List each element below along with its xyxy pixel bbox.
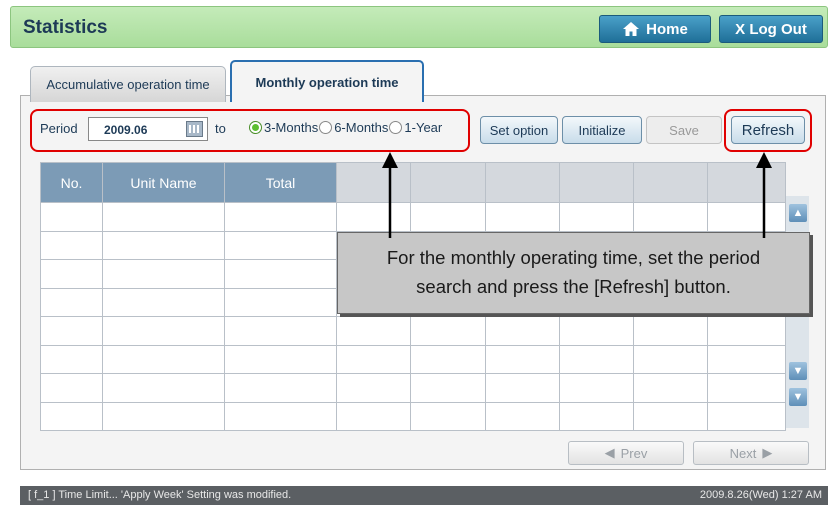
scroll-top-icon[interactable]: ▲ bbox=[789, 204, 807, 222]
logout-button-label: X Log Out bbox=[735, 20, 807, 38]
column-header-month bbox=[559, 162, 634, 203]
callout-line-2: search and press the [Refresh] button. bbox=[416, 276, 731, 297]
prev-page-button[interactable]: ◀ Prev bbox=[568, 441, 684, 465]
scroll-down-icon[interactable]: ▼ bbox=[789, 362, 807, 380]
home-button[interactable]: Home bbox=[599, 15, 711, 43]
instruction-callout: For the monthly operating time, set the … bbox=[337, 232, 810, 314]
logout-button[interactable]: X Log Out bbox=[719, 15, 823, 43]
column-header-unit-name: Unit Name bbox=[102, 162, 225, 203]
period-date-value: 2009.06 bbox=[104, 123, 148, 137]
to-label: to bbox=[215, 121, 226, 136]
period-label: Period bbox=[40, 121, 78, 136]
table-row[interactable] bbox=[40, 316, 786, 346]
page-title: Statistics bbox=[23, 17, 108, 38]
column-header-total: Total bbox=[224, 162, 337, 203]
title-bar: Statistics Home X Log Out bbox=[10, 6, 828, 48]
column-header-month bbox=[336, 162, 411, 203]
radio-1-year[interactable]: 1-Year bbox=[389, 120, 442, 135]
radio-label: 3-Months bbox=[264, 120, 319, 135]
radio-3-months[interactable]: 3-Months bbox=[249, 120, 318, 135]
chevron-right-icon: ▶ bbox=[762, 445, 773, 460]
callout-line-1: For the monthly operating time, set the … bbox=[386, 247, 761, 268]
radio-selected-icon bbox=[249, 121, 262, 134]
next-label: Next bbox=[729, 445, 757, 461]
status-datetime: 2009.8.26(Wed) 1:27 AM bbox=[699, 489, 822, 501]
tab-monthly-operation-time[interactable]: Monthly operation time bbox=[230, 60, 424, 102]
tab-label: Monthly operation time bbox=[255, 74, 399, 90]
tab-label: Accumulative operation time bbox=[46, 77, 210, 92]
column-header-month bbox=[707, 162, 786, 203]
next-page-button[interactable]: Next ▶ bbox=[693, 441, 809, 465]
column-header-month bbox=[485, 162, 560, 203]
home-icon bbox=[623, 22, 640, 36]
period-range-radio-group: 3-Months 6-Months 1-Year bbox=[249, 120, 442, 135]
table-row[interactable] bbox=[40, 202, 786, 232]
column-header-month bbox=[633, 162, 708, 203]
tab-accumulative-operation-time[interactable]: Accumulative operation time bbox=[30, 66, 226, 102]
save-button[interactable]: Save bbox=[646, 116, 722, 144]
column-header-month bbox=[410, 162, 486, 203]
table-row[interactable] bbox=[40, 373, 786, 403]
scroll-bottom-icon[interactable]: ▼ bbox=[789, 388, 807, 406]
home-button-label: Home bbox=[646, 20, 688, 38]
table-row[interactable] bbox=[40, 401, 786, 431]
radio-6-months[interactable]: 6-Months bbox=[319, 120, 388, 135]
refresh-button[interactable]: Refresh bbox=[731, 116, 805, 144]
column-header-no: No. bbox=[40, 162, 103, 203]
status-message: [ f_1 ] Time Limit... 'Apply Week' Setti… bbox=[28, 489, 292, 501]
table-row[interactable] bbox=[40, 344, 786, 374]
prev-label: Prev bbox=[620, 445, 648, 461]
table-header-row: No. Unit Name Total bbox=[40, 162, 786, 203]
period-date-field[interactable]: 2009.06 bbox=[88, 117, 208, 141]
set-option-button[interactable]: Set option bbox=[480, 116, 558, 144]
chevron-left-icon: ◀ bbox=[604, 445, 615, 460]
radio-label: 1-Year bbox=[404, 120, 443, 135]
radio-unselected-icon bbox=[389, 121, 403, 134]
radio-unselected-icon bbox=[319, 121, 333, 134]
radio-label: 6-Months bbox=[334, 120, 389, 135]
status-bar: [ f_1 ] Time Limit... 'Apply Week' Setti… bbox=[20, 486, 828, 505]
calendar-icon[interactable] bbox=[186, 121, 203, 137]
initialize-button[interactable]: Initialize bbox=[562, 116, 642, 144]
